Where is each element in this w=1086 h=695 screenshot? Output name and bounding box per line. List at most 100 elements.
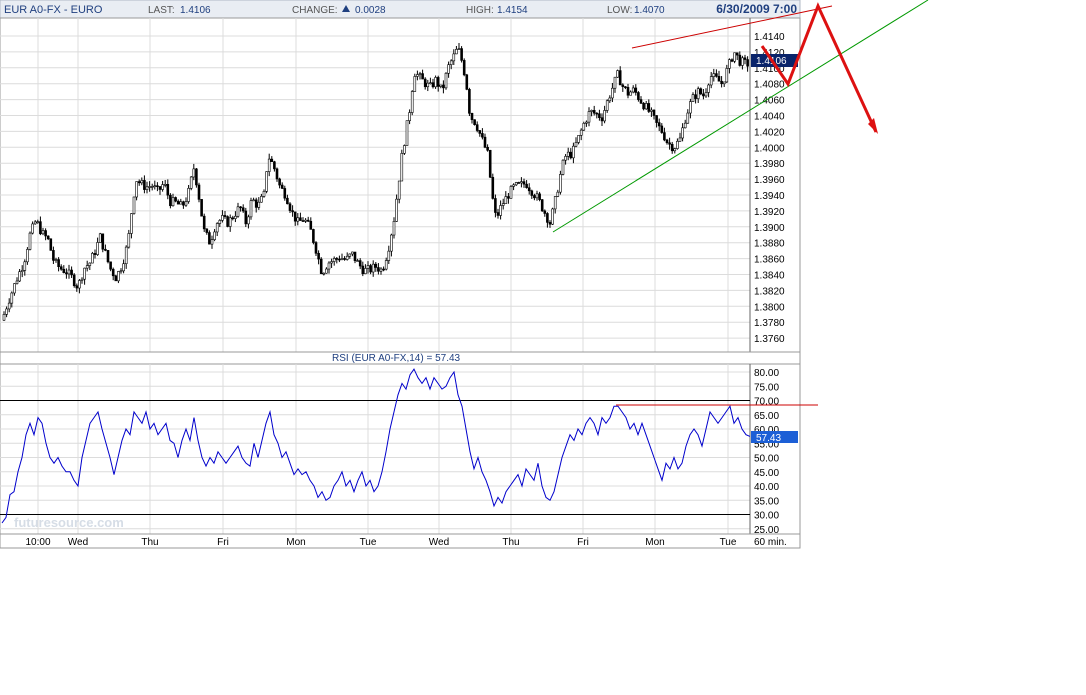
candle-body [629,91,632,96]
candle-body [540,199,544,212]
candle-body [322,272,326,275]
candle-body [397,180,401,200]
candle-body [600,117,604,122]
price-y-tick-label: 1.3780 [754,318,785,329]
candle-body [592,110,596,114]
candle-body [387,250,391,261]
candle-body [447,64,450,74]
candle-body [644,103,648,110]
candle-body [639,99,643,104]
candle-body [603,110,606,122]
candle-body [176,200,180,205]
candle-body [135,181,138,198]
candle-body [13,283,16,294]
candle-body [553,196,557,210]
candle-body [70,269,73,276]
candle-body [512,184,515,187]
candle-body [184,201,188,206]
candle-body [319,258,323,274]
candle-body [694,94,697,99]
price-y-tick-label: 1.3960 [754,175,785,186]
candle-body [254,199,258,208]
candle-body [143,180,146,190]
price-y-tick-label: 1.4020 [754,127,785,138]
candle-body [358,260,362,267]
candle-body [137,181,141,184]
candle-body [460,48,463,61]
price-y-tick-label: 1.3800 [754,302,785,313]
candle-body [452,53,456,62]
candle-body [231,217,235,220]
candle-body [738,54,742,66]
candle-body [306,219,310,222]
candle-body [509,186,513,199]
candle-body [236,206,240,217]
candle-body [421,73,424,80]
candle-body [187,188,190,202]
candle-body [158,186,162,190]
candle-body [647,103,651,112]
candle-body [413,76,417,92]
rsi-title: RSI (EUR A0-FX,14) = 57.43 [332,353,461,364]
low-label: LOW: [607,5,632,16]
candle-body [215,223,219,233]
x-tick-label: Wed [68,537,88,548]
candle-body [228,217,232,227]
candle-body [418,73,422,75]
candle-body [743,57,747,60]
price-y-tick-label: 1.4140 [754,32,785,43]
candle-body [525,183,528,189]
candle-body [715,73,718,77]
candle-body [494,198,497,213]
candle-body [616,70,619,78]
candle-body [234,215,237,219]
candle-body [195,168,198,186]
candle-body [351,251,354,255]
candle-body [80,278,84,281]
candle-body [390,234,393,252]
candle-body [637,92,640,100]
header-bar [0,0,801,19]
candle-body [496,212,500,216]
candle-body [457,48,461,50]
candle-body [252,199,255,202]
candle-body [23,261,27,271]
candle-body [270,158,274,163]
candle-body [239,206,242,209]
low-value: 1.4070 [634,5,665,16]
candle-body [283,188,287,199]
candle-body [312,229,315,243]
x-tick-label: Thu [141,537,158,548]
rsi-y-tick-label: 80.00 [754,368,779,379]
candle-body [257,201,261,208]
candle-body [93,253,97,255]
candle-body [546,213,549,223]
candle-body [538,193,541,200]
candle-body [101,233,105,250]
candle-body [356,260,359,262]
candle-body [551,208,554,225]
candle-body [566,151,570,157]
candle-body [286,197,289,205]
candle-body [202,215,206,230]
candle-body [730,59,734,62]
candle-body [384,260,388,270]
candle-body [213,231,216,240]
candle-body [140,180,144,184]
candle-body [96,242,99,255]
candle-body [33,221,37,225]
candle-body [150,186,154,188]
candle-body [475,124,479,131]
candle-body [273,161,276,170]
candle-body [249,200,253,218]
candle-body [117,271,120,282]
rsi-last-value-flag-label: 57.43 [756,433,781,444]
candle-body [689,101,692,114]
candle-body [543,210,547,214]
candle-body [481,133,484,138]
candle-body [54,259,58,261]
candle-body [408,112,411,121]
candle-body [39,221,42,235]
candle-body [317,252,320,260]
candle-body [585,121,588,124]
